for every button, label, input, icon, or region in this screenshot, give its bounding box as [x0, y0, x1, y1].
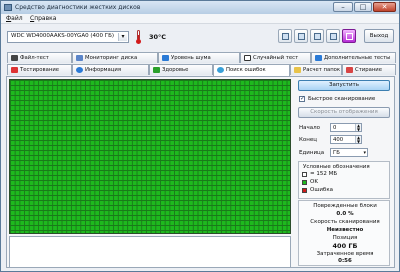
fast-scan-label: Быстрое сканирование [308, 96, 376, 102]
tab-disk-monitoring[interactable]: Мониторинг диска [72, 52, 158, 63]
start-button[interactable]: Запустить [298, 80, 390, 91]
unit-label: Единица [299, 150, 325, 156]
testing-icon [11, 67, 18, 73]
app-icon [4, 4, 12, 11]
tab-random-test[interactable]: Случайный тест [240, 52, 311, 63]
window-title: Средство диагностики жестких дисков [15, 4, 141, 11]
damaged-blocks-value: 0.0 % [336, 211, 354, 217]
tab-folder-calc-label: Расчет папок [303, 67, 341, 73]
position-value: 400 ГБ [332, 242, 358, 250]
legend-swatch-error [302, 188, 307, 193]
purple-arrow-icon [346, 33, 353, 40]
save-icon [314, 33, 321, 40]
legend-title: Условные обозначения [303, 164, 370, 170]
purple-action-button[interactable] [342, 29, 356, 43]
wrench-icon [330, 33, 337, 40]
report-button[interactable] [278, 29, 292, 43]
copy-icon [298, 33, 305, 40]
scan-stats: Поврежденные блоки 0.0 % Скорость сканир… [298, 200, 390, 266]
info-icon [76, 67, 83, 73]
legend-swatch-block [302, 172, 307, 177]
file-test-icon [11, 55, 18, 61]
elapsed-time-value: 0:56 [338, 258, 352, 264]
log-area[interactable] [9, 236, 291, 268]
magnifier-icon [217, 67, 224, 73]
copy-button[interactable] [294, 29, 308, 43]
damaged-blocks-label: Поврежденные блоки [313, 203, 377, 209]
position-label: Позиция [332, 235, 358, 241]
dice-icon [244, 55, 251, 61]
legend-swatch-ok [302, 180, 307, 185]
menu-file[interactable]: Файл [6, 15, 23, 22]
end-input-value: 400 [333, 137, 344, 143]
monitor-icon [76, 55, 83, 61]
maximize-button[interactable]: □ [354, 2, 372, 12]
start-input-value: 0 [333, 125, 337, 131]
legend-error: Ошибка [310, 187, 334, 193]
tab-file-test-label: Файл-тест [20, 55, 49, 61]
extra-tests-icon [315, 55, 322, 61]
tab-testing-label: Тестирование [20, 67, 60, 73]
drive-select[interactable]: WDC WD4000AAKS-00YGA0 (400 ГБ) ▾ [7, 31, 129, 43]
scan-sidebar: Запустить ✓ Быстрое сканирование Скорост… [298, 79, 394, 269]
save-button[interactable] [310, 29, 324, 43]
tab-noise-level-label: Уровень шума [171, 55, 211, 61]
tab-extra-tests[interactable]: Дополнительные тесты [311, 52, 396, 63]
thermometer-icon [136, 30, 141, 44]
tab-error-scan-label: Поиск ошибок [226, 67, 266, 73]
minimize-button[interactable]: – [333, 2, 353, 12]
display-speed-button[interactable]: Скорость отображения [298, 107, 390, 118]
chevron-down-icon: ▾ [363, 150, 366, 156]
exit-button[interactable]: Выход [364, 29, 394, 43]
tab-testing[interactable]: Тестирование [7, 64, 72, 75]
tab-info[interactable]: Информация [72, 64, 149, 75]
close-button[interactable]: ✕ [373, 2, 396, 12]
tab-strip: Файл-тест Мониторинг диска Уровень шума … [1, 52, 399, 76]
tab-file-test[interactable]: Файл-тест [7, 52, 72, 63]
start-input[interactable]: 0 ▲ ▼ [330, 123, 362, 132]
toolbar: WDC WD4000AAKS-00YGA0 (400 ГБ) ▾ 30°C Вы… [1, 25, 399, 50]
block-map-grid [9, 79, 291, 234]
unit-select-value: ГБ [333, 150, 340, 156]
fast-scan-checkbox[interactable]: ✓ [299, 95, 306, 102]
legend-ok: OK [310, 179, 318, 185]
start-label: Начало [299, 125, 321, 131]
tab-health[interactable]: Здоровье [149, 64, 213, 75]
tab-erase[interactable]: Стирание [342, 64, 396, 75]
tab-info-label: Информация [85, 67, 122, 73]
temperature-value: 30°C [149, 33, 167, 41]
scan-speed-label: Скорость сканирования [310, 219, 380, 225]
scan-speed-value: Неизвестно [326, 227, 364, 233]
report-icon [282, 33, 289, 40]
tab-disk-monitoring-label: Мониторинг диска [85, 55, 138, 61]
menu-help[interactable]: Справка [30, 15, 56, 22]
end-input[interactable]: 400 ▲ ▼ [330, 135, 362, 144]
app-window: Средство диагностики жестких дисков – □ … [0, 0, 400, 272]
legend-block-size: = 152 МБ [310, 171, 338, 177]
folder-icon [294, 67, 301, 73]
tab-folder-calc[interactable]: Расчет папок [290, 64, 342, 75]
tab-extra-tests-label: Дополнительные тесты [324, 55, 391, 61]
tools-button[interactable] [326, 29, 340, 43]
spin-arrows-icon[interactable]: ▲ ▼ [355, 136, 361, 143]
chevron-down-icon[interactable]: ▾ [118, 33, 127, 41]
drive-select-value: WDC WD4000AAKS-00YGA0 (400 ГБ) [11, 33, 114, 39]
spin-arrows-icon[interactable]: ▲ ▼ [355, 124, 361, 131]
checkmark-icon: ✓ [300, 95, 306, 102]
tab-health-label: Здоровье [162, 67, 189, 73]
tab-random-test-label: Случайный тест [253, 55, 299, 61]
health-icon [153, 67, 160, 73]
tab-noise-level[interactable]: Уровень шума [158, 52, 240, 63]
menu-bar: Файл Справка [1, 14, 399, 24]
eraser-icon [346, 67, 353, 73]
legend-box: Условные обозначения = 152 МБ OK Ошибка [298, 161, 390, 199]
speaker-icon [162, 55, 169, 61]
elapsed-time-label: Затраченное время [316, 251, 374, 257]
title-bar[interactable]: Средство диагностики жестких дисков – □ … [1, 1, 399, 14]
tab-error-scan[interactable]: Поиск ошибок [213, 64, 290, 76]
end-label: Конец [299, 137, 317, 143]
tab-erase-label: Стирание [355, 67, 382, 73]
unit-select[interactable]: ГБ ▾ [330, 148, 368, 157]
